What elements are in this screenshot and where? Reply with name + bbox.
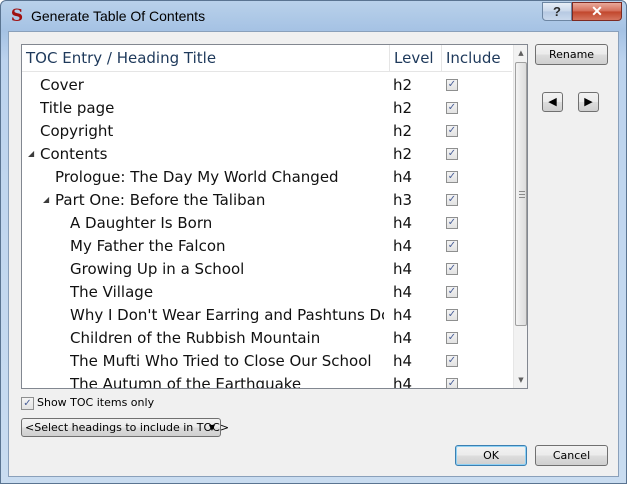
expander-icon[interactable]: ◢ <box>43 195 51 204</box>
table-row[interactable]: Prologue: The Day My World Changed h4 ✓ <box>22 166 512 189</box>
table-row[interactable]: My Father the Falcon h4 ✓ <box>22 235 512 258</box>
scroll-up-arrow-icon[interactable]: ▲ <box>514 45 527 61</box>
heading-title: Title page <box>40 99 115 117</box>
heading-title: Why I Don't Wear Earring and Pashtuns Do… <box>70 306 384 324</box>
column-header-include[interactable]: Include <box>442 45 512 72</box>
table-row[interactable]: The Mufti Who Tried to Close Our School h… <box>22 350 512 373</box>
table-row[interactable]: Children of the Rubbish Mountain h4 ✓ <box>22 327 512 350</box>
heading-level: h2 <box>393 99 413 117</box>
include-checkbox[interactable]: ✓ <box>446 125 458 137</box>
show-toc-only-checkbox[interactable]: ✓ <box>21 397 34 410</box>
heading-level: h4 <box>393 375 413 389</box>
heading-level: h4 <box>393 283 413 301</box>
expander-icon[interactable]: ◢ <box>28 149 36 158</box>
heading-title: The Village <box>70 283 154 301</box>
heading-level: h2 <box>393 76 413 94</box>
show-toc-only-label[interactable]: Show TOC items only <box>37 396 154 409</box>
table-row[interactable]: A Daughter Is Born h4 ✓ <box>22 212 512 235</box>
heading-title: Copyright <box>40 122 114 140</box>
scroll-grip-icon <box>519 191 525 198</box>
tree-header: TOC Entry / Heading Title Level Include <box>22 45 512 72</box>
heading-title: The Mufti Who Tried to Close Our School <box>70 352 372 370</box>
heading-level: h4 <box>393 237 413 255</box>
column-header-level[interactable]: Level <box>390 45 441 72</box>
left-arrow-icon: ◀ <box>548 95 557 108</box>
title-bar[interactable]: S Generate Table Of Contents ? ✕ <box>1 1 626 31</box>
heading-level: h4 <box>393 329 413 347</box>
dialog-body: TOC Entry / Heading Title Level Include … <box>8 31 619 477</box>
table-row[interactable]: The Autumn of the Earthquake h4 ✓ <box>22 373 512 389</box>
toc-tree-view[interactable]: TOC Entry / Heading Title Level Include … <box>21 44 528 389</box>
include-checkbox[interactable]: ✓ <box>446 378 458 388</box>
right-arrow-icon: ▶ <box>584 95 593 108</box>
include-checkbox[interactable]: ✓ <box>446 217 458 229</box>
heading-level: h4 <box>393 352 413 370</box>
heading-title: Contents <box>40 145 108 163</box>
table-row[interactable]: The Village h4 ✓ <box>22 281 512 304</box>
window-title: Generate Table Of Contents <box>31 8 206 24</box>
move-left-button[interactable]: ◀ <box>542 92 563 112</box>
heading-title: Cover <box>40 76 84 94</box>
app-logo-icon: S <box>10 6 24 26</box>
dropdown-caret-icon: ▼ <box>208 423 215 432</box>
heading-level: h4 <box>393 168 413 186</box>
include-checkbox[interactable]: ✓ <box>446 171 458 183</box>
heading-level: h4 <box>393 214 413 232</box>
heading-level: h4 <box>393 260 413 278</box>
heading-level: h3 <box>393 191 413 209</box>
include-checkbox[interactable]: ✓ <box>446 148 458 160</box>
move-right-button[interactable]: ▶ <box>578 92 599 112</box>
include-checkbox[interactable]: ✓ <box>446 240 458 252</box>
cancel-button[interactable]: Cancel <box>535 445 608 466</box>
table-row[interactable]: Copyright h2 ✓ <box>22 120 512 143</box>
include-checkbox[interactable]: ✓ <box>446 263 458 275</box>
heading-title: My Father the Falcon <box>70 237 226 255</box>
heading-level: h2 <box>393 122 413 140</box>
heading-level: h2 <box>393 145 413 163</box>
select-headings-dropdown[interactable]: <Select headings to include in TOC> ▼ <box>21 418 229 437</box>
table-row[interactable]: Title page h2 ✓ <box>22 97 512 120</box>
vertical-scrollbar[interactable]: ▲ ▼ <box>513 45 527 388</box>
heading-title: Children of the Rubbish Mountain <box>70 329 321 347</box>
table-row[interactable]: ◢ Part One: Before the Taliban h3 ✓ <box>22 189 512 212</box>
scroll-thumb[interactable] <box>515 62 527 326</box>
heading-title: Part One: Before the Taliban <box>55 191 266 209</box>
table-row[interactable]: Growing Up in a School h4 ✓ <box>22 258 512 281</box>
heading-title: Prologue: The Day My World Changed <box>55 168 339 186</box>
rename-button[interactable]: Rename <box>535 44 608 65</box>
ok-button[interactable]: OK <box>455 445 527 466</box>
include-checkbox[interactable]: ✓ <box>446 355 458 367</box>
heading-title: Growing Up in a School <box>70 260 245 278</box>
table-row[interactable]: ◢ Contents h2 ✓ <box>22 143 512 166</box>
dialog-window: S Generate Table Of Contents ? ✕ TOC Ent… <box>0 0 627 484</box>
include-checkbox[interactable]: ✓ <box>446 194 458 206</box>
close-button[interactable]: ✕ <box>572 2 622 21</box>
include-checkbox[interactable]: ✓ <box>446 79 458 91</box>
table-row[interactable]: Cover h2 ✓ <box>22 74 512 97</box>
heading-title: The Autumn of the Earthquake <box>70 375 302 389</box>
help-button[interactable]: ? <box>542 2 572 21</box>
heading-level: h4 <box>393 306 413 324</box>
table-row[interactable]: Why I Don't Wear Earring and Pashtuns Do… <box>22 304 512 327</box>
select-headings-value: <Select headings to include in TOC> <box>25 421 230 434</box>
include-checkbox[interactable]: ✓ <box>446 286 458 298</box>
include-checkbox[interactable]: ✓ <box>446 309 458 321</box>
scroll-down-arrow-icon[interactable]: ▼ <box>514 372 527 388</box>
include-checkbox[interactable]: ✓ <box>446 102 458 114</box>
checkmark-icon: ✓ <box>23 398 32 409</box>
include-checkbox[interactable]: ✓ <box>446 332 458 344</box>
column-header-title[interactable]: TOC Entry / Heading Title <box>22 45 390 72</box>
tree-rows: Cover h2 ✓ Title page h2 ✓ Copyright h2 ✓ ◢ Conten… <box>22 74 512 389</box>
heading-title: A Daughter Is Born <box>70 214 213 232</box>
